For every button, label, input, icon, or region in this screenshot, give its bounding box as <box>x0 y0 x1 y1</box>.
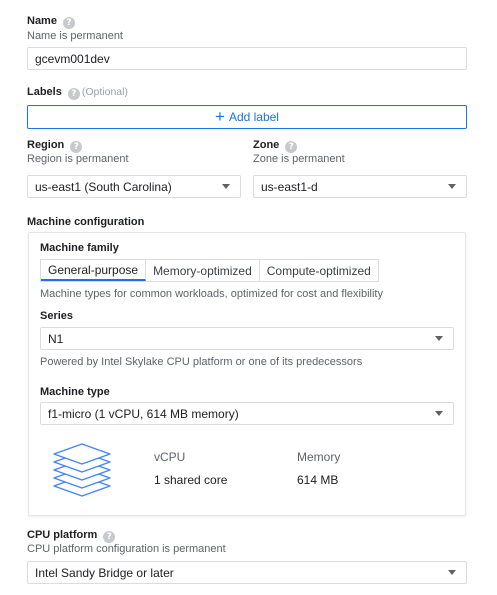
machine-family-tabs: General-purpose Memory-optimized Compute… <box>40 259 379 282</box>
help-icon[interactable]: ? <box>70 141 83 153</box>
machine-type-select-value: f1-micro (1 vCPU, 614 MB memory) <box>48 406 239 421</box>
add-label-text: Add label <box>228 110 279 124</box>
region-select[interactable]: us-east1 (South Carolina) <box>27 175 241 198</box>
vcpu-header: vCPU <box>154 450 186 464</box>
optional-tag: (Optional) <box>81 86 128 98</box>
plus-icon: + <box>215 107 225 126</box>
machine-family-heading: Machine family <box>40 242 119 254</box>
name-input[interactable]: gcevm001dev <box>27 47 467 70</box>
memory-header: Memory <box>297 450 341 464</box>
series-description: Powered by Intel Skylake CPU platform or… <box>40 356 363 368</box>
series-heading: Series <box>40 310 74 322</box>
name-heading: Name? <box>27 15 75 29</box>
labels-heading: Labels? (Optional) <box>27 86 128 100</box>
name-input-value: gcevm001dev <box>35 51 110 66</box>
zone-subtext: Zone is permanent <box>253 153 345 165</box>
cpu-platform-select[interactable]: Intel Sandy Bridge or later <box>27 561 467 584</box>
cpu-platform-subtext: CPU platform configuration is permanent <box>27 543 226 555</box>
tab-memory-optimized[interactable]: Memory-optimized <box>146 260 260 281</box>
tab-general-purpose[interactable]: General-purpose <box>41 260 147 281</box>
dropdown-arrow-icon <box>435 411 443 416</box>
series-select[interactable]: N1 <box>40 327 454 350</box>
vcpu-value: 1 shared core <box>154 473 228 487</box>
machine-configuration-heading: Machine configuration <box>27 216 145 228</box>
zone-heading: Zone? <box>253 139 298 153</box>
zone-select-value: us-east1-d <box>261 179 318 194</box>
help-icon[interactable]: ? <box>103 531 116 543</box>
tab-compute-optimized[interactable]: Compute-optimized <box>260 260 378 281</box>
dropdown-arrow-icon <box>448 570 456 575</box>
dropdown-arrow-icon <box>435 336 443 341</box>
machine-type-heading: Machine type <box>40 386 110 398</box>
dropdown-arrow-icon <box>448 184 456 189</box>
cpu-platform-heading: CPU platform? <box>27 529 116 543</box>
machine-stack-icon <box>53 443 111 497</box>
cpu-platform-select-value: Intel Sandy Bridge or later <box>35 565 174 580</box>
help-icon[interactable]: ? <box>62 17 75 29</box>
region-subtext: Region is permanent <box>27 153 129 165</box>
region-select-value: us-east1 (South Carolina) <box>35 179 172 194</box>
zone-select[interactable]: us-east1-d <box>253 175 467 198</box>
name-subtext: Name is permanent <box>27 30 123 42</box>
help-icon[interactable]: ? <box>285 141 298 153</box>
region-heading: Region? <box>27 139 83 153</box>
machine-type-select[interactable]: f1-micro (1 vCPU, 614 MB memory) <box>40 402 454 425</box>
help-icon[interactable]: ? <box>67 88 80 100</box>
memory-value: 614 MB <box>297 473 339 487</box>
series-select-value: N1 <box>48 331 64 346</box>
machine-family-description: Machine types for common workloads, opti… <box>40 288 383 300</box>
add-label-button[interactable]: + Add label <box>27 105 467 129</box>
dropdown-arrow-icon <box>222 184 230 189</box>
